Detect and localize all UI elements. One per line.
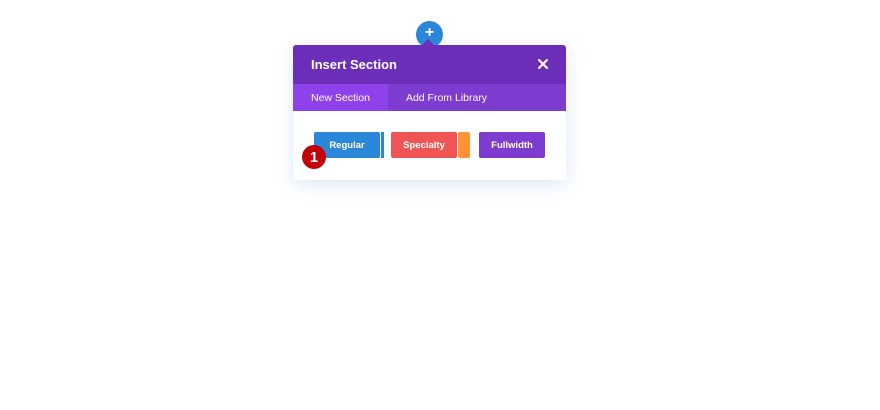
- specialty-sidebar-accent: [458, 132, 470, 158]
- tab-new-section[interactable]: New Section: [293, 84, 388, 111]
- close-icon: [538, 59, 548, 69]
- modal-caret: [421, 39, 435, 46]
- specialty-section-button[interactable]: Specialty: [391, 132, 457, 158]
- modal-body: Regular Specialty Fullwidth: [293, 111, 566, 180]
- tab-add-from-library[interactable]: Add From Library: [388, 84, 505, 111]
- close-button[interactable]: [536, 57, 550, 71]
- regular-accent-bar: [381, 132, 384, 158]
- step-number-badge: 1: [302, 145, 326, 169]
- modal-tabs: New Section Add From Library: [293, 84, 566, 111]
- insert-section-modal: Insert Section New Section Add From Libr…: [293, 39, 566, 180]
- page: + Insert Section New Section Add From Li…: [0, 0, 880, 410]
- fullwidth-section-button[interactable]: Fullwidth: [479, 132, 545, 158]
- modal-header: Insert Section: [293, 39, 566, 84]
- modal-title: Insert Section: [311, 57, 397, 72]
